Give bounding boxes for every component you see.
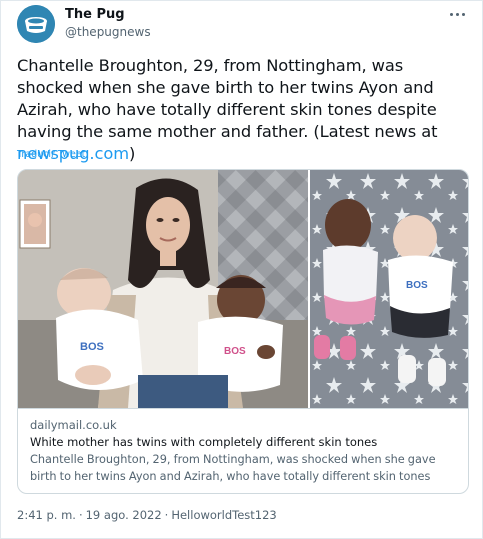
footer-separator-1: · — [78, 508, 83, 522]
author-handle[interactable]: @thepugnews — [65, 25, 151, 39]
svg-text:BOS: BOS — [406, 280, 428, 291]
pug-dog-bowl-icon — [17, 5, 55, 43]
footer-separator-2: · — [164, 508, 169, 522]
tweet-source[interactable]: HelloworldTest123 — [171, 508, 276, 522]
tweet-container: The Pug @thepugnews Chantelle Broughton,… — [0, 0, 483, 539]
card-title: White mother has twins with completely d… — [30, 435, 378, 449]
onesie-label-left: BOS — [80, 341, 104, 353]
link-preview-card[interactable]: BOS BOS BOS dailymail.co.uk White mother… — [17, 169, 469, 494]
tweet-time[interactable]: 2:41 p. m. — [17, 508, 76, 522]
tweet-text-end: ) — [128, 144, 136, 163]
card-meta: dailymail.co.uk White mother has twins w… — [18, 408, 468, 485]
tweet-date[interactable]: 19 ago. 2022 — [86, 508, 162, 522]
tweet-text: Chantelle Broughton, 29, from Nottingham… — [17, 56, 438, 141]
card-description: Chantelle Broughton, 29, from Nottingham… — [30, 453, 436, 483]
translate-tweet-link[interactable]: Traducir Tweet — [17, 149, 85, 160]
card-image: BOS BOS BOS — [18, 170, 468, 408]
author-avatar[interactable] — [17, 5, 55, 43]
author-display-name[interactable]: The Pug — [65, 7, 125, 22]
tweet-footer: 2:41 p. m. · 19 ago. 2022 · HelloworldTest12… — [17, 508, 277, 522]
onesie-label-right: BOS — [224, 346, 246, 357]
more-options-icon[interactable] — [446, 5, 468, 23]
card-domain: dailymail.co.uk — [30, 418, 117, 432]
